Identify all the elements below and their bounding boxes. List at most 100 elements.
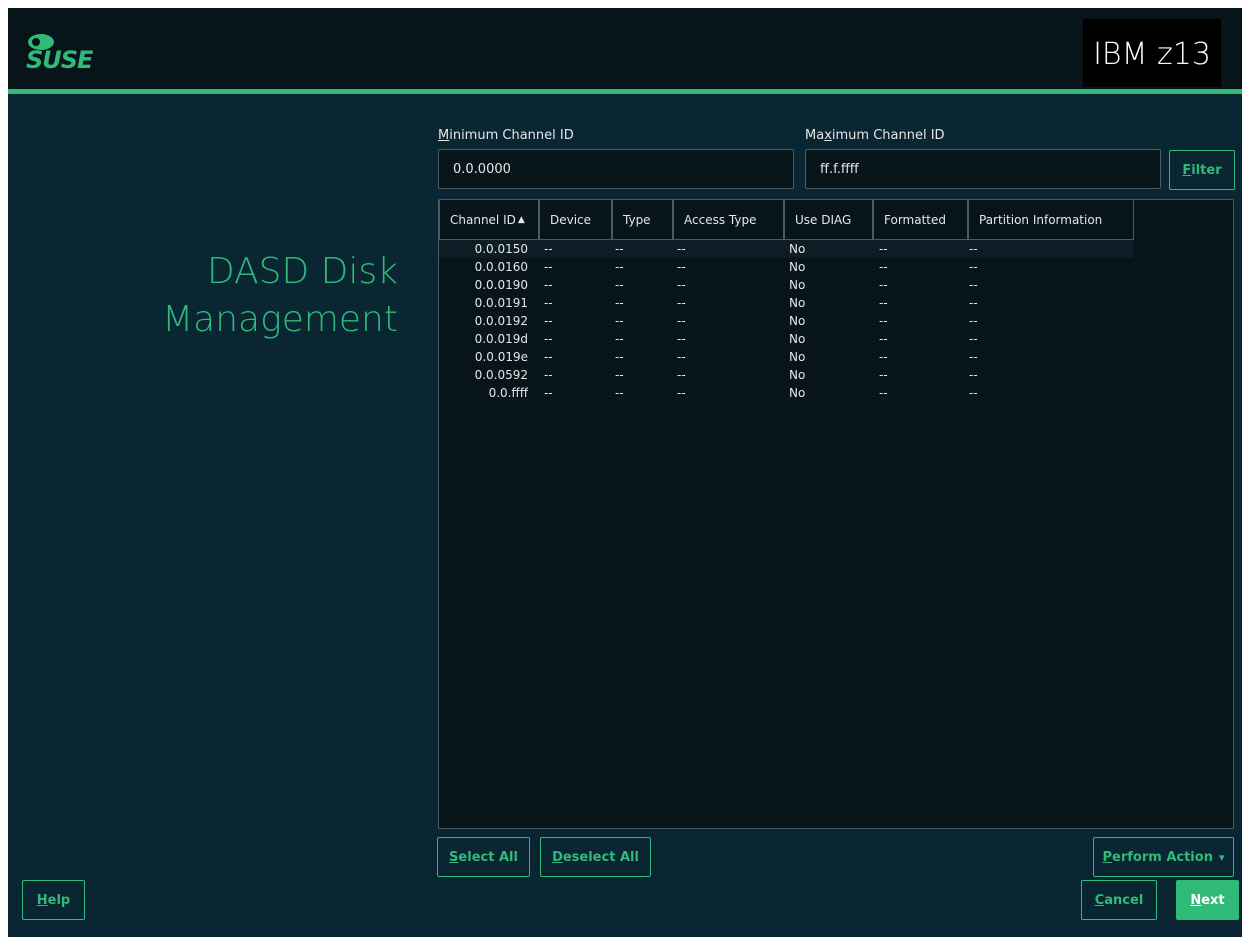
table-cell: -- (677, 278, 686, 292)
table-row[interactable]: 0.0.0192 -- -- -- No -- -- (439, 312, 1233, 330)
table-cell: -- (969, 296, 978, 310)
table-cell: -- (969, 386, 978, 400)
help-button[interactable]: Help (22, 880, 85, 920)
page-title: DASD Disk Management (8, 248, 398, 344)
cancel-button[interactable]: Cancel (1081, 880, 1157, 920)
table-cell: -- (677, 260, 686, 274)
table-cell: -- (879, 368, 888, 382)
column-header-formatted[interactable]: Formatted (873, 200, 968, 240)
table-cell: -- (677, 314, 686, 328)
table-cell: -- (969, 314, 978, 328)
table-cell: No (789, 296, 806, 310)
table-cell: -- (677, 332, 686, 346)
column-header-partition-info[interactable]: Partition Information (968, 200, 1134, 240)
table-cell: -- (615, 386, 624, 400)
perform-action-button[interactable]: Perform Action ▾ (1093, 837, 1234, 877)
table-cell: -- (544, 242, 553, 256)
table-cell: -- (544, 350, 553, 364)
suse-logo: SUSE (22, 32, 122, 74)
table-cell: -- (677, 296, 686, 310)
table-cell: No (789, 242, 806, 256)
table-cell: 0.0.0191 (474, 296, 528, 310)
table-cell: -- (615, 260, 624, 274)
table-cell: -- (544, 386, 553, 400)
table-cell: -- (615, 350, 624, 364)
next-button[interactable]: Next (1176, 880, 1239, 920)
table-cell: 0.0.019e (474, 350, 528, 364)
table-cell: No (789, 368, 806, 382)
table-cell: -- (615, 314, 624, 328)
table-cell: No (789, 350, 806, 364)
table-cell: -- (615, 368, 624, 382)
table-row[interactable]: 0.0.019e -- -- -- No -- -- (439, 348, 1233, 366)
column-header-use-diag[interactable]: Use DIAG (784, 200, 873, 240)
table-cell: -- (969, 350, 978, 364)
table-cell: -- (544, 278, 553, 292)
table-cell: -- (544, 296, 553, 310)
table-cell: -- (615, 278, 624, 292)
table-cell: 0.0.0192 (474, 314, 528, 328)
table-cell: No (789, 314, 806, 328)
deselect-all-button[interactable]: Deselect All (540, 837, 651, 877)
table-cell: -- (677, 242, 686, 256)
logo-text: SUSE (26, 46, 93, 74)
table-cell: -- (879, 332, 888, 346)
table-cell: -- (677, 368, 686, 382)
table-cell: -- (969, 278, 978, 292)
table-row[interactable]: 0.0.ffff -- -- -- No -- -- (439, 384, 1233, 402)
table-cell: 0.0.0150 (474, 242, 528, 256)
table-cell: -- (969, 368, 978, 382)
min-channel-label: Minimum Channel ID (438, 128, 574, 143)
max-channel-label: Maximum Channel ID (805, 128, 945, 143)
table-cell: -- (615, 242, 624, 256)
table-cell: -- (879, 260, 888, 274)
table-row[interactable]: 0.0.0592 -- -- -- No -- -- (439, 366, 1233, 384)
column-header-type[interactable]: Type (612, 200, 673, 240)
column-header-channel-id[interactable]: Channel ID ▲ (439, 200, 539, 240)
table-row[interactable]: 0.0.0160 -- -- -- No -- -- (439, 258, 1233, 276)
table-cell: 0.0.ffff (488, 386, 528, 400)
table-cell: -- (879, 350, 888, 364)
dasd-table[interactable]: Channel ID ▲ Device Type Access Type Use … (438, 199, 1234, 829)
sort-ascending-icon: ▲ (517, 214, 525, 225)
table-cell: -- (544, 368, 553, 382)
table-row[interactable]: 0.0.0190 -- -- -- No -- -- (439, 276, 1233, 294)
table-cell: -- (615, 296, 624, 310)
table-body: 0.0.0150 -- -- -- No -- -- 0.0.0160 -- -- -- No -- --… (439, 240, 1233, 402)
select-all-button[interactable]: Select All (437, 837, 530, 877)
table-row[interactable]: 0.0.0150 -- -- -- No -- -- (439, 240, 1133, 258)
table-header: Channel ID ▲ Device Type Access Type Use … (439, 200, 1134, 240)
filter-button[interactable]: Filter (1169, 150, 1235, 190)
table-cell: -- (677, 350, 686, 364)
table-cell: 0.0.019d (474, 332, 528, 346)
page-title-line1: DASD Disk (206, 251, 398, 292)
table-cell: -- (879, 386, 888, 400)
table-cell: No (789, 332, 806, 346)
column-header-device[interactable]: Device (539, 200, 612, 240)
table-cell: -- (879, 296, 888, 310)
table-cell: No (789, 260, 806, 274)
max-channel-input[interactable]: ff.f.ffff (805, 149, 1161, 189)
table-cell: -- (544, 314, 553, 328)
machine-label: IBM z13 (1093, 37, 1211, 72)
min-channel-input[interactable]: 0.0.0000 (438, 149, 794, 189)
table-row[interactable]: 0.0.019d -- -- -- No -- -- (439, 330, 1233, 348)
table-cell: -- (544, 260, 553, 274)
table-cell: -- (615, 332, 624, 346)
table-cell: No (789, 278, 806, 292)
table-cell: -- (879, 314, 888, 328)
table-cell: 0.0.0190 (474, 278, 528, 292)
table-cell: -- (544, 332, 553, 346)
top-bar: SUSE IBM z13 (8, 8, 1242, 89)
table-cell: -- (879, 242, 888, 256)
page-title-line2: Management (162, 299, 398, 340)
table-cell: 0.0.0592 (474, 368, 528, 382)
table-row[interactable]: 0.0.0191 -- -- -- No -- -- (439, 294, 1233, 312)
dropdown-caret-icon: ▾ (1218, 850, 1225, 864)
table-cell: No (789, 386, 806, 400)
machine-badge: IBM z13 (1083, 19, 1221, 87)
table-cell: -- (969, 332, 978, 346)
column-header-access-type[interactable]: Access Type (673, 200, 784, 240)
table-cell: -- (969, 242, 978, 256)
installer-screen: SUSE IBM z13 DASD Disk Management Minimu… (8, 8, 1242, 937)
